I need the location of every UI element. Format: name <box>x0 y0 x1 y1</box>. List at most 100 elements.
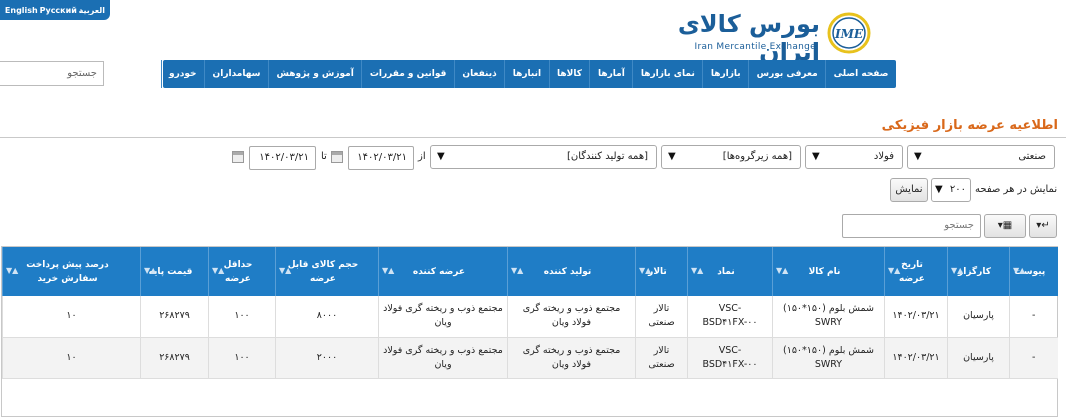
nav-item-education[interactable]: آموزش و پژوهش <box>268 60 361 88</box>
col-header-symbol[interactable]: نماد ▲▼ <box>687 247 773 296</box>
market-select[interactable]: صنعتی ▼ <box>907 145 1055 169</box>
lang-russian[interactable]: Русский <box>40 6 77 15</box>
sort-icon: ▲▼ <box>691 266 704 275</box>
to-date-input[interactable]: ۱۴۰۲/۰۳/۲۱ <box>249 146 316 170</box>
cell-volume: ۲۰۰۰ <box>275 337 379 379</box>
group-select-value: فولاد <box>873 151 894 162</box>
col-header-offer-date[interactable]: تاریخ عرضه ▲▼ <box>884 247 948 296</box>
subgroup-select[interactable]: [همه زیرگروه‌ها] ▼ <box>661 145 801 169</box>
nav-item-markets[interactable]: بازارها <box>702 60 748 88</box>
cell-supplier: مجتمع ذوب و ریخته گری فولاد ویان <box>378 296 508 338</box>
chevron-down-icon: ▼ <box>668 151 676 162</box>
col-header-min-offer[interactable]: حداقل عرضه ▲▼ <box>208 247 276 296</box>
nav-item-warehouses[interactable]: انبارها <box>504 60 548 88</box>
sort-icon: ▲▼ <box>888 266 901 275</box>
col-header-attachment[interactable]: پیوست ▲▼ <box>1009 247 1058 296</box>
logo-mark-text: IME <box>834 27 864 41</box>
cell-producer: مجتمع ذوب و ریخته گری فولاد ویان <box>507 296 636 338</box>
col-header-hall[interactable]: تالار ▲▼ <box>635 247 688 296</box>
site-logo[interactable]: بورس کالای ایران Iran Mercantile Exchang… <box>670 8 880 66</box>
cell-offer-date: ۱۴۰۲/۰۳/۲۱ <box>884 296 948 338</box>
lang-english[interactable]: English <box>5 6 38 15</box>
nav-item-commodities[interactable]: کالاها <box>548 60 590 88</box>
producer-select[interactable]: [همه تولید کنندگان] ▼ <box>430 145 657 169</box>
table-row[interactable]: - پارسیان ۱۴۰۲/۰۳/۲۱ شمش بلوم (۱۵۰*۱۵۰) … <box>2 337 1058 379</box>
site-search-input[interactable]: جستجو <box>0 61 104 86</box>
nav-item-automobile[interactable]: خودرو <box>160 60 205 88</box>
calendar-icon[interactable] <box>232 151 244 163</box>
col-header-producer[interactable]: تولید کننده ▲▼ <box>507 247 636 296</box>
cell-hall: تالار صنعتی <box>635 337 688 379</box>
cell-prepayment: ۱۰ <box>2 296 141 338</box>
cell-volume: ۸۰۰۰ <box>275 296 379 338</box>
nav-item-statistics[interactable]: آمارها <box>589 60 632 88</box>
producer-select-value: [همه تولید کنندگان] <box>566 151 648 162</box>
nav-item-about[interactable]: معرفی بورس <box>748 60 825 88</box>
col-header-volume[interactable]: حجم کالای قابل عرضه ▲▼ <box>275 247 379 296</box>
cell-symbol: VSC-BSD۴۱FX-۰۰ <box>687 337 773 379</box>
sort-icon: ▲▼ <box>776 266 789 275</box>
from-date-input[interactable]: ۱۴۰۲/۰۳/۲۱ <box>348 146 414 170</box>
sort-icon: ▲▼ <box>6 266 19 275</box>
chevron-down-icon: ▼ <box>935 184 943 195</box>
show-button[interactable]: نمایش <box>890 178 928 202</box>
sort-icon: ▲▼ <box>1013 266 1026 275</box>
nav-item-market-view[interactable]: نمای بازارها <box>632 60 702 88</box>
cell-symbol: VSC-BSD۴۱FX-۰۰ <box>687 296 773 338</box>
cell-hall: تالار صنعتی <box>635 296 688 338</box>
offerings-table: پیوست ▲▼ کارگزار ▲▼ تاریخ عرضه ▲▼ نام کالا ▲… <box>1 246 1058 417</box>
per-page-value: ۲۰۰ <box>949 184 966 195</box>
sort-icon: ▲▼ <box>639 266 652 275</box>
col-header-prepayment[interactable]: درصد پیش پرداخت سفارش خرید ▲▼ <box>2 247 141 296</box>
cell-base-price: ۲۶۸۲۷۹ <box>140 296 209 338</box>
title-divider <box>0 137 1066 138</box>
from-label: از <box>418 151 426 162</box>
col-header-supplier[interactable]: عرضه کننده ▲▼ <box>378 247 508 296</box>
sort-icon: ▲▼ <box>212 266 225 275</box>
ime-logo-icon: IME <box>827 12 871 54</box>
cell-commodity-name: شمش بلوم (۱۵۰*۱۵۰) SWRY <box>772 296 885 338</box>
col-header-base-price[interactable]: قیمت پایه ▲▼ <box>140 247 209 296</box>
per-page-select[interactable]: ۲۰۰ ▼ <box>931 178 971 202</box>
subgroup-select-value: [همه زیرگروه‌ها] <box>722 151 792 162</box>
cell-attachment[interactable]: - <box>1009 296 1058 338</box>
col-header-broker[interactable]: کارگزار ▲▼ <box>947 247 1010 296</box>
nav-item-shareholders[interactable]: سهامداران <box>204 60 268 88</box>
chevron-down-icon: ▼ <box>914 151 922 162</box>
export-icon: ↵▾ <box>1036 220 1050 231</box>
logo-subtitle: Iran Mercantile Exchange <box>694 42 816 52</box>
columns-button[interactable]: ▦▾ <box>984 214 1026 238</box>
cell-broker: پارسیان <box>947 337 1010 379</box>
cell-prepayment: ۱۰ <box>2 337 141 379</box>
page-title: اطلاعیه عرضه بازار فیزیکی <box>881 118 1058 133</box>
cell-attachment[interactable]: - <box>1009 337 1058 379</box>
per-page-label: نمایش در هر صفحه <box>975 184 1058 195</box>
sort-icon: ▲▼ <box>511 266 524 275</box>
sort-icon: ▲▼ <box>951 266 964 275</box>
cell-supplier: مجتمع ذوب و ریخته گری فولاد ویان <box>378 337 508 379</box>
cell-min-offer: ۱۰۰ <box>208 296 276 338</box>
chevron-down-icon: ▼ <box>812 151 820 162</box>
columns-grid-icon: ▦▾ <box>997 220 1013 231</box>
nav-item-gold-bullion[interactable]: شمش طلا <box>99 60 160 88</box>
export-button[interactable]: ↵▾ <box>1029 214 1057 238</box>
nav-item-home[interactable]: صفحه اصلی <box>825 60 896 88</box>
col-header-commodity-name[interactable]: نام کالا ▲▼ <box>772 247 885 296</box>
cell-min-offer: ۱۰۰ <box>208 337 276 379</box>
cell-offer-date: ۱۴۰۲/۰۳/۲۱ <box>884 337 948 379</box>
market-select-value: صنعتی <box>1018 151 1046 162</box>
table-header-row: پیوست ▲▼ کارگزار ▲▼ تاریخ عرضه ▲▼ نام کالا ▲… <box>2 247 1058 296</box>
calendar-icon[interactable] <box>331 151 343 163</box>
cell-commodity-name: شمش بلوم (۱۵۰*۱۵۰) SWRY <box>772 337 885 379</box>
table-row[interactable]: - پارسیان ۱۴۰۲/۰۳/۲۱ شمش بلوم (۱۵۰*۱۵۰) … <box>2 296 1058 338</box>
group-select[interactable]: فولاد ▼ <box>805 145 903 169</box>
sort-icon: ▲▼ <box>144 266 157 275</box>
cell-broker: پارسیان <box>947 296 1010 338</box>
table-search-input[interactable]: جستجو <box>842 214 981 238</box>
nav-item-stakeholders[interactable]: ذینفعان <box>453 60 504 88</box>
main-nav: صفحه اصلی معرفی بورس بازارها نمای بازاره… <box>107 60 896 88</box>
chevron-down-icon: ▼ <box>437 151 445 162</box>
nav-item-regulations[interactable]: قوانین و مقررات <box>361 60 454 88</box>
cell-producer: مجتمع ذوب و ریخته گری فولاد ویان <box>507 337 636 379</box>
lang-arabic[interactable]: العربية <box>79 6 105 15</box>
